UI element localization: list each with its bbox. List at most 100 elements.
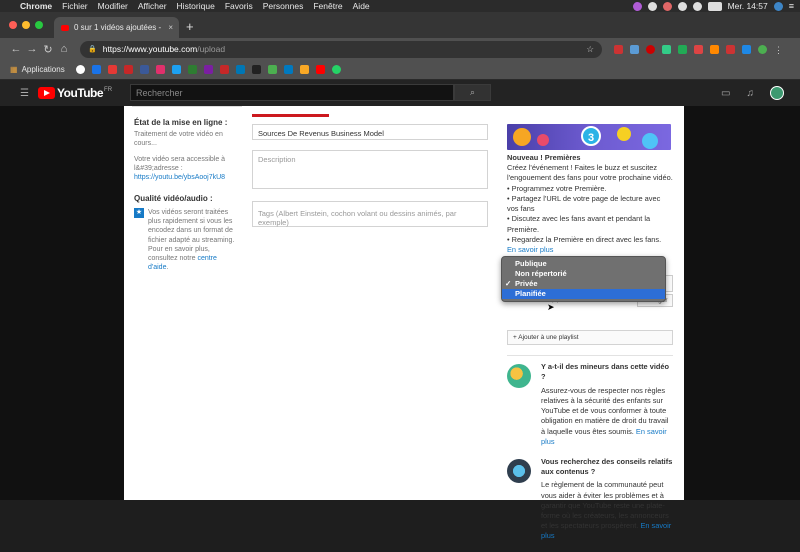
clock[interactable]: Mer. 14:57 bbox=[728, 1, 768, 11]
divider bbox=[507, 355, 673, 357]
privacy-option-publique[interactable]: Publique bbox=[502, 259, 665, 269]
bookmark-icon[interactable] bbox=[91, 65, 101, 74]
home-button[interactable]: ⌂ bbox=[56, 43, 72, 55]
close-tab-icon[interactable]: × bbox=[168, 23, 173, 32]
hamburger-menu-icon[interactable]: ☰ bbox=[20, 88, 34, 99]
battery-icon[interactable] bbox=[707, 1, 722, 11]
menu-list-icon[interactable]: ≡ bbox=[789, 1, 794, 11]
bookmark-icon[interactable] bbox=[203, 65, 213, 74]
youtube-logo[interactable]: YouTube FR bbox=[38, 86, 112, 100]
extension-icon[interactable] bbox=[710, 44, 719, 54]
title-input[interactable]: Sources De Revenus Business Model bbox=[252, 124, 488, 140]
lock-icon[interactable]: 🔒 bbox=[88, 45, 97, 53]
status-tray: Mer. 14:57 ≡ bbox=[632, 1, 794, 11]
bookmark-linkedin-icon[interactable] bbox=[235, 65, 245, 74]
privacy-option-planifiee[interactable]: Planifiée bbox=[502, 289, 665, 300]
bookmark-twitter-icon[interactable] bbox=[171, 65, 181, 74]
menu-modifier[interactable]: Modifier bbox=[98, 1, 128, 11]
menu-personnes[interactable]: Personnes bbox=[263, 1, 304, 11]
minimize-window-button[interactable] bbox=[22, 21, 30, 29]
menu-fichier[interactable]: Fichier bbox=[62, 1, 88, 11]
sidebar-panel: 3 Nouveau ! Premières Créez l'événement … bbox=[501, 124, 673, 552]
menu-historique[interactable]: Historique bbox=[177, 1, 215, 11]
quality-text: Vos vidéos seront traitées plus rapideme… bbox=[148, 209, 235, 262]
back-button[interactable]: ← bbox=[8, 43, 24, 55]
privacy-option-privee[interactable]: Privée bbox=[502, 279, 665, 289]
extension-icon[interactable] bbox=[614, 44, 623, 54]
wifi-icon[interactable] bbox=[692, 1, 702, 11]
close-window-button[interactable] bbox=[9, 21, 17, 29]
upload-status-column: État de la mise en ligne : Traitement de… bbox=[134, 118, 236, 272]
tags-input[interactable]: Tags (Albert Einstein, cochon volant ou … bbox=[252, 201, 488, 227]
bookmark-whatsapp-icon[interactable] bbox=[331, 65, 341, 74]
star-icon: ★ bbox=[134, 208, 144, 219]
premieres-heading: Nouveau ! Premières bbox=[507, 153, 581, 162]
decorative-blob bbox=[513, 128, 531, 146]
bookmark-icon[interactable] bbox=[219, 65, 229, 74]
video-link[interactable]: https://youtu.be/ybsAooj7kU8 bbox=[134, 173, 236, 182]
reload-button[interactable]: ↻ bbox=[40, 43, 56, 56]
menu-fenetre[interactable]: Fenêtre bbox=[313, 1, 342, 11]
extension-icon[interactable] bbox=[646, 44, 655, 54]
description-textarea[interactable]: Description bbox=[252, 150, 488, 189]
upload-progress-bar bbox=[252, 114, 329, 117]
extension-icon[interactable] bbox=[694, 44, 703, 54]
bookmark-google-icon[interactable] bbox=[75, 65, 85, 74]
forward-button[interactable]: → bbox=[24, 43, 40, 55]
premieres-banner: 3 bbox=[507, 124, 671, 150]
apps-shortcut[interactable]: ▦ Applications bbox=[10, 65, 65, 74]
status-text: Traitement de votre vidéo en cours... bbox=[134, 131, 223, 148]
chrome-menu-icon[interactable]: ⋮ bbox=[774, 45, 783, 55]
youtube-header: ☰ YouTube FR Rechercher ⌕ ▭ ♫ bbox=[0, 80, 800, 106]
new-tab-button[interactable]: + bbox=[186, 19, 194, 34]
maximize-window-button[interactable] bbox=[35, 21, 43, 29]
menu-favoris[interactable]: Favoris bbox=[225, 1, 253, 11]
upload-page: État de la mise en ligne : Traitement de… bbox=[0, 106, 800, 540]
extension-icon[interactable] bbox=[758, 44, 767, 54]
tray-icon[interactable] bbox=[647, 1, 657, 11]
bookmark-icon[interactable] bbox=[107, 65, 117, 74]
bookmark-icon[interactable] bbox=[123, 65, 133, 74]
create-video-icon[interactable]: ▭ bbox=[721, 88, 730, 99]
extension-icon[interactable] bbox=[678, 44, 687, 54]
macos-menubar: Chrome Fichier Modifier Afficher Histori… bbox=[0, 0, 800, 12]
notifications-bell-icon[interactable]: ♫ bbox=[747, 88, 755, 99]
bookmark-star-icon[interactable]: ☆ bbox=[586, 44, 594, 55]
bookmark-youtube-icon[interactable] bbox=[315, 65, 325, 74]
extension-icon[interactable] bbox=[742, 44, 751, 54]
bookmark-facebook-icon[interactable] bbox=[139, 65, 149, 74]
bookmark-icon[interactable] bbox=[251, 65, 261, 74]
quality-heading: Qualité vidéo/audio : bbox=[134, 193, 213, 203]
bookmark-icon[interactable] bbox=[267, 65, 277, 74]
search-input[interactable]: Rechercher bbox=[130, 84, 454, 101]
menu-app-chrome[interactable]: Chrome bbox=[20, 1, 52, 11]
extension-icon[interactable] bbox=[630, 44, 639, 54]
search-button[interactable]: ⌕ bbox=[454, 84, 491, 101]
tab-youtube-upload[interactable]: 0 sur 1 vidéos ajoutées - YouTube × bbox=[54, 17, 179, 38]
bookmark-icon[interactable] bbox=[299, 65, 309, 74]
extension-icon[interactable] bbox=[662, 44, 671, 54]
extension-icon[interactable] bbox=[726, 44, 735, 54]
decorative-blob bbox=[642, 133, 658, 149]
tip-guidelines: Vous recherchez des conseils relatifs au… bbox=[507, 457, 673, 542]
tray-icon[interactable] bbox=[632, 1, 642, 11]
add-to-playlist-button[interactable]: + Ajouter à une playlist bbox=[507, 330, 673, 346]
learn-more-link[interactable]: En savoir plus bbox=[507, 245, 673, 255]
header-actions: ▭ ♫ bbox=[721, 86, 784, 100]
decorative-blob bbox=[617, 127, 631, 141]
tip-guidelines-title: Vous recherchez des conseils relatifs au… bbox=[541, 456, 673, 477]
address-bar[interactable]: 🔒 https://www.youtube.com /upload ☆ bbox=[80, 40, 602, 58]
menu-afficher[interactable]: Afficher bbox=[138, 1, 167, 11]
bookmark-instagram-icon[interactable] bbox=[155, 65, 165, 74]
bookmark-trello-icon[interactable] bbox=[283, 65, 293, 74]
privacy-option-non-repertorie[interactable]: Non répertorié bbox=[502, 269, 665, 279]
premieres-bullet: • Discutez avec les fans avant et pendan… bbox=[507, 214, 651, 234]
menu-aide[interactable]: Aide bbox=[353, 1, 370, 11]
tray-icon[interactable] bbox=[662, 1, 672, 11]
avatar[interactable] bbox=[770, 86, 784, 100]
siri-icon[interactable] bbox=[773, 1, 783, 11]
browser-chrome: 0 sur 1 vidéos ajoutées - YouTube × + ← … bbox=[0, 12, 800, 80]
tray-icon[interactable] bbox=[677, 1, 687, 11]
bookmark-icon[interactable] bbox=[187, 65, 197, 74]
bookmarks-bar: ▦ Applications bbox=[0, 60, 800, 80]
